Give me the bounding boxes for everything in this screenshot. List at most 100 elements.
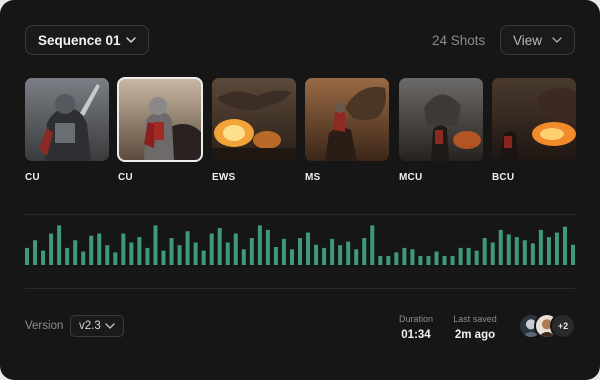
waveform-bar bbox=[41, 250, 46, 265]
waveform-bar bbox=[298, 238, 302, 265]
waveform-bar bbox=[65, 247, 70, 265]
last-saved-value: 2m ago bbox=[454, 329, 496, 341]
audio-waveform[interactable] bbox=[25, 220, 575, 265]
waveform-bar bbox=[418, 256, 423, 265]
waveform-bar bbox=[81, 251, 86, 265]
view-dropdown-label: View bbox=[513, 32, 543, 48]
waveform-bar bbox=[217, 228, 222, 265]
waveform-bar bbox=[306, 232, 311, 265]
waveform-bar bbox=[402, 247, 407, 265]
waveform-bar bbox=[378, 256, 383, 265]
waveform-bar bbox=[273, 247, 278, 265]
chevron-down-icon bbox=[552, 37, 562, 43]
version-value: v2.3 bbox=[79, 320, 101, 332]
waveform-bar bbox=[161, 250, 166, 265]
waveform-bar bbox=[490, 242, 495, 265]
view-dropdown[interactable]: View bbox=[500, 25, 575, 55]
waveform-bar bbox=[57, 225, 62, 265]
divider bbox=[25, 288, 575, 289]
sequence-dropdown[interactable]: Sequence 01 bbox=[25, 25, 149, 55]
waveform-bar bbox=[434, 251, 439, 265]
shot-label: MS bbox=[305, 172, 321, 183]
shot-thumbnail[interactable] bbox=[492, 78, 576, 161]
duration-label: Duration bbox=[398, 314, 434, 324]
knight-sword-image bbox=[25, 78, 109, 161]
waveform-bar bbox=[466, 247, 471, 265]
sequence-panel: Sequence 01 24 Shots View CU CU EWS MS M… bbox=[0, 0, 600, 380]
chevron-down-icon bbox=[126, 37, 136, 43]
waveform-bar bbox=[145, 247, 150, 265]
waveform-bar bbox=[346, 241, 351, 265]
shot-thumbnail[interactable] bbox=[305, 78, 389, 161]
waveform-bar bbox=[554, 232, 559, 265]
chevron-down-icon bbox=[105, 323, 115, 329]
shot-thumbnail[interactable] bbox=[399, 78, 483, 161]
duration-block: Duration 01:34 bbox=[388, 314, 444, 341]
waveform-bar bbox=[97, 233, 102, 265]
waveform-bar bbox=[209, 233, 214, 265]
waveform-bar bbox=[506, 234, 511, 265]
waveform-bar bbox=[482, 238, 487, 265]
waveform-bar bbox=[201, 250, 206, 265]
waveform-bar bbox=[314, 244, 319, 265]
waveform-bar bbox=[426, 256, 431, 265]
waveform-bar bbox=[153, 225, 158, 265]
waveform-bar bbox=[257, 225, 262, 265]
battlefield-image bbox=[399, 78, 483, 161]
waveform-bar bbox=[370, 225, 375, 265]
shot-label: MCU bbox=[399, 172, 423, 183]
waveform-bar bbox=[474, 250, 479, 265]
waveform-bar bbox=[538, 229, 543, 265]
waveform-bar bbox=[49, 233, 54, 265]
waveform-bar bbox=[498, 229, 503, 265]
waveform-bar bbox=[233, 233, 238, 265]
shot-thumbnail[interactable] bbox=[25, 78, 109, 161]
duration-value: 01:34 bbox=[401, 329, 431, 341]
waveform-bar bbox=[571, 244, 575, 265]
version-label: Version bbox=[25, 320, 64, 332]
waveform-bar bbox=[322, 247, 327, 265]
waveform-bar bbox=[265, 229, 270, 265]
waveform-bar bbox=[25, 247, 29, 265]
waveform-bar bbox=[450, 256, 455, 265]
waveform-bar bbox=[129, 242, 134, 265]
waveform-bar bbox=[73, 240, 78, 265]
waveform-bar bbox=[225, 242, 230, 265]
shot-label: BCU bbox=[492, 172, 515, 183]
waveform-bar bbox=[514, 237, 519, 265]
shot-thumbnail-selected[interactable] bbox=[117, 77, 203, 162]
shot-label: CU bbox=[118, 172, 133, 183]
waveform-bar bbox=[330, 238, 335, 265]
waveform-bar bbox=[386, 256, 391, 265]
divider bbox=[25, 214, 575, 215]
waveform-bar bbox=[562, 226, 567, 265]
dragon-breath-image bbox=[492, 78, 576, 161]
waveform-bar bbox=[33, 240, 38, 265]
waveform-bar bbox=[193, 242, 198, 265]
waveform-bar bbox=[530, 243, 535, 265]
shot-label: EWS bbox=[212, 172, 236, 183]
shots-count: 24 Shots bbox=[432, 33, 486, 48]
dragon-fire-image bbox=[212, 78, 296, 161]
last-saved-label: Last saved bbox=[453, 314, 497, 324]
collaborators[interactable]: +2 bbox=[518, 313, 578, 339]
waveform-bar bbox=[338, 245, 343, 265]
waveform-bar bbox=[113, 252, 118, 265]
waveform-bar bbox=[105, 245, 110, 265]
version-dropdown[interactable]: v2.3 bbox=[70, 315, 124, 337]
waveform-bar bbox=[121, 233, 126, 265]
last-saved-block: Last saved 2m ago bbox=[444, 314, 506, 341]
waveform-bar bbox=[169, 238, 174, 265]
waveform-bar bbox=[289, 249, 294, 265]
waveform-bar bbox=[458, 247, 463, 265]
waveform-bar bbox=[362, 238, 367, 265]
waveform-bar bbox=[185, 231, 190, 265]
more-collaborators-badge[interactable]: +2 bbox=[550, 313, 576, 339]
shot-thumbnail[interactable] bbox=[212, 78, 296, 161]
waveform-bar bbox=[249, 238, 254, 265]
waveform-bar bbox=[354, 249, 359, 265]
knight-on-horse-image bbox=[118, 78, 202, 161]
waveform-bar bbox=[137, 237, 142, 265]
shot-label: CU bbox=[25, 172, 40, 183]
waveform-bar bbox=[89, 235, 94, 265]
